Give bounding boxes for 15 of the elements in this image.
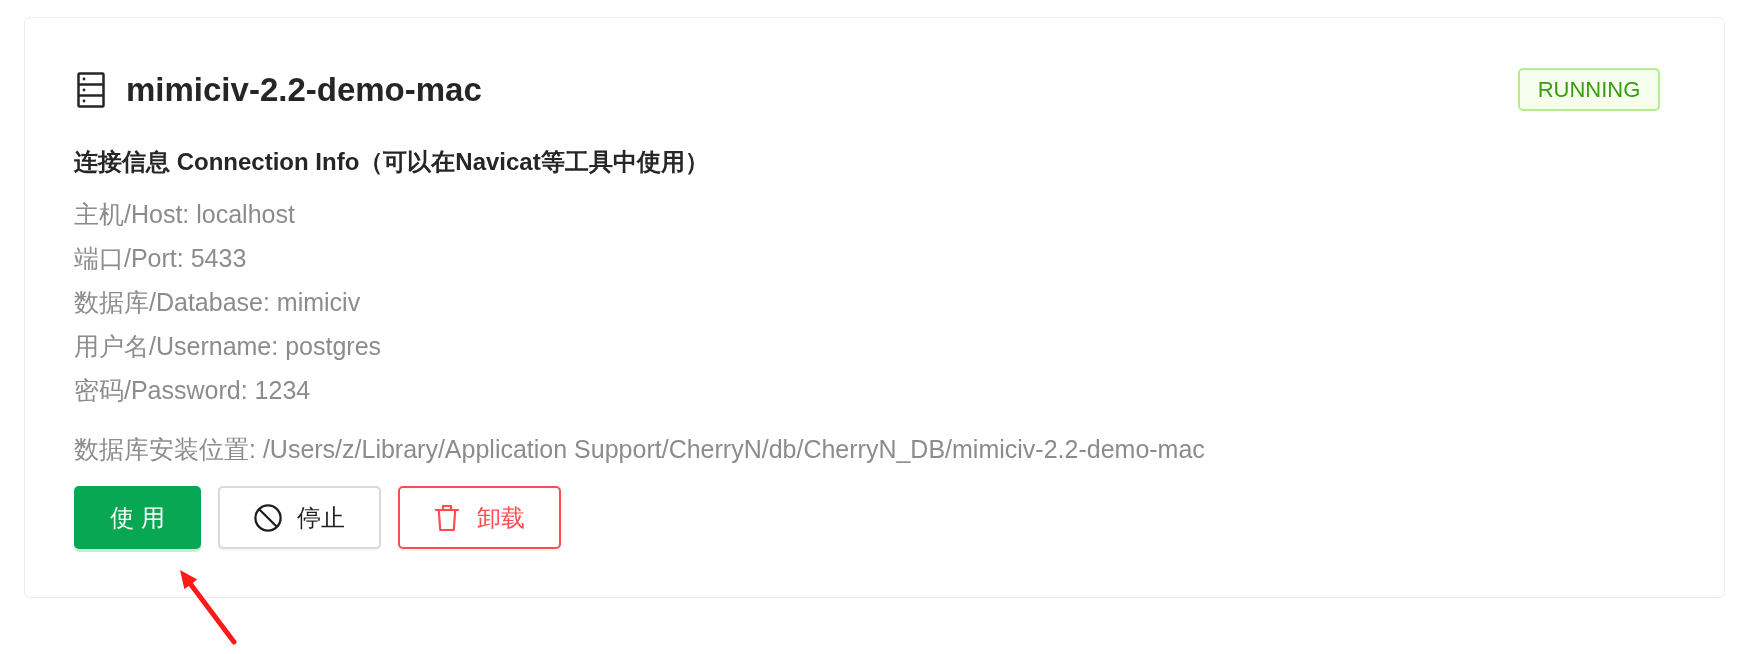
info-text: 主机/Host: localhost — [74, 199, 295, 230]
info-text: 密码/Password: 1234 — [74, 375, 311, 406]
use-button[interactable]: 使 用 — [74, 486, 201, 549]
install-path-text: 数据库安装位置: /Users/z/Library/Application Support/CherryN/db/CherryN_DB/mimiciv-2.2-demo-mac — [74, 434, 1205, 464]
info-text: 端口/Port: 5433 — [74, 243, 247, 274]
uninstall-button[interactable]: 卸载 — [398, 486, 561, 549]
server-icon — [77, 71, 105, 108]
info-text: 数据库/Database: mimiciv — [74, 287, 361, 318]
ban-icon — [254, 503, 282, 532]
trash-icon — [434, 503, 459, 532]
stop-button[interactable]: 停止 — [218, 486, 381, 549]
info-text: 用户名/Username: postgres — [74, 331, 382, 362]
card-title: mimiciv-2.2-demo-mac — [126, 69, 482, 110]
status-badge: RUNNING — [1518, 68, 1660, 111]
section-heading: 连接信息 Connection Info（可以在Navicat等工具中使用） — [74, 147, 709, 177]
